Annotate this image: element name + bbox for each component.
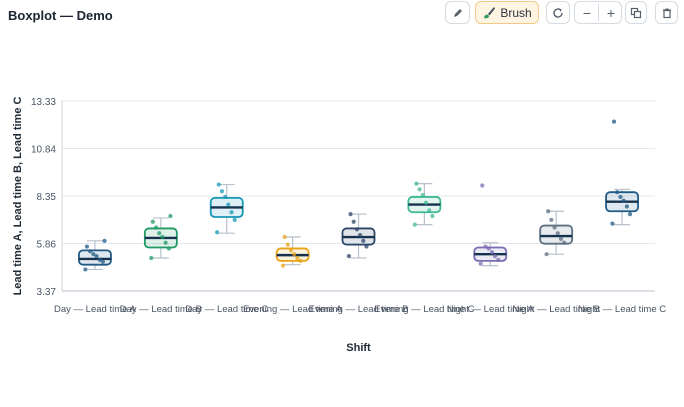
data-point [348, 212, 353, 217]
data-point [611, 119, 617, 124]
data-point [354, 227, 359, 232]
y-tick-label: 13.33 [31, 97, 56, 108]
data-point [149, 255, 154, 261]
data-point [627, 212, 633, 217]
data-point [229, 210, 234, 215]
box-group [539, 209, 574, 257]
data-point [412, 222, 417, 227]
data-point [83, 267, 88, 272]
x-tick-label: Night — Lead time C [578, 304, 666, 315]
data-point [621, 198, 626, 203]
data-point [84, 244, 90, 249]
data-point [97, 257, 102, 263]
data-point [417, 187, 422, 192]
box-group [143, 213, 178, 261]
data-point [549, 217, 554, 222]
data-point [216, 182, 221, 187]
data-point [280, 263, 286, 268]
data-point [88, 249, 93, 254]
data-point [157, 231, 162, 236]
x-axis-title: Shift [346, 342, 371, 354]
y-tick-label: 5.86 [37, 240, 57, 251]
box-group [275, 234, 310, 268]
data-point [285, 242, 290, 247]
data-point [351, 219, 356, 224]
data-point [160, 234, 165, 240]
data-point [346, 253, 351, 259]
data-point [544, 252, 549, 257]
boxplot-chart[interactable]: 3.375.868.3510.8413.33Day — Lead time AD… [0, 0, 684, 407]
data-point [288, 248, 294, 253]
data-point [168, 213, 173, 219]
data-point [546, 209, 551, 214]
y-tick-label: 8.35 [37, 192, 57, 203]
y-tick-label: 3.37 [37, 287, 57, 298]
data-point [610, 221, 615, 226]
data-point [480, 183, 485, 188]
data-point [420, 192, 425, 198]
data-point [215, 230, 220, 235]
data-point [166, 246, 171, 251]
data-point [223, 194, 228, 200]
data-point [478, 261, 483, 266]
data-point [624, 204, 629, 209]
data-point [150, 219, 155, 224]
data-point [555, 231, 560, 236]
data-point [298, 258, 303, 263]
data-point [618, 194, 623, 200]
data-point [483, 244, 488, 249]
data-point [562, 240, 567, 245]
y-tick-label: 10.84 [31, 145, 56, 156]
data-point [558, 236, 564, 242]
data-point [292, 252, 297, 257]
data-point [282, 234, 287, 240]
data-point [358, 233, 363, 238]
data-point [496, 257, 501, 263]
box-group [209, 182, 244, 235]
data-point [163, 240, 168, 245]
data-point [364, 244, 369, 249]
data-point [91, 252, 96, 257]
data-point [219, 189, 225, 194]
data-point [430, 213, 435, 219]
data-point [295, 255, 300, 261]
box-group [605, 119, 639, 226]
data-point [153, 225, 159, 230]
y-axis-title: Lead time A, Lead time B, Lead time C [12, 97, 24, 296]
data-point [489, 250, 494, 255]
box-group [341, 212, 376, 259]
data-point [414, 181, 419, 186]
data-point [232, 217, 237, 222]
data-point [552, 225, 557, 230]
box-iqr [78, 249, 112, 266]
data-point [226, 202, 231, 207]
box-group [407, 181, 442, 227]
data-point [615, 190, 620, 195]
data-point [427, 208, 432, 213]
data-point [102, 238, 107, 243]
data-point [361, 238, 366, 243]
data-point [423, 200, 429, 205]
data-point [492, 253, 498, 259]
